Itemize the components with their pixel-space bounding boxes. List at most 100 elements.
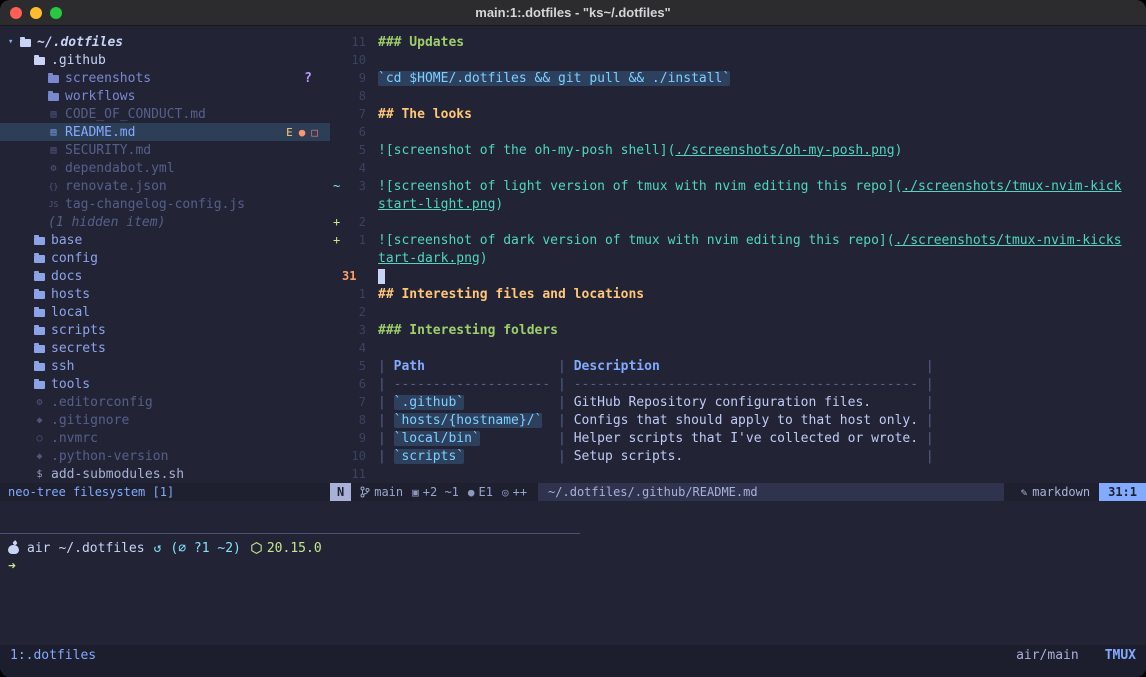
shell-pane[interactable]: air ~/.dotfiles ↺ (⌀ ?1 ~2) 20.15.0 ➜ (0, 534, 1146, 575)
tree-item-.gitignore[interactable]: ◆.gitignore (0, 411, 330, 429)
tree-item-tag-changelog-config.js[interactable]: JStag-changelog-config.js (0, 195, 330, 213)
editor-line[interactable]: 7| `.github` | GitHub Repository configu… (330, 393, 1146, 411)
segment-url: ./screenshots/tmux-nvim-kick (902, 179, 1121, 194)
tree-item-add-submodules.sh[interactable]: $add-submodules.sh (0, 465, 330, 483)
editor-line[interactable]: 10| `scripts` | Setup scripts. | (330, 447, 1146, 465)
editor-line[interactable]: 4 (330, 159, 1146, 177)
close-button[interactable] (10, 7, 22, 19)
filetype-label: markdown (1032, 485, 1090, 499)
line-number: 9 (342, 71, 366, 85)
line-text: | `scripts` | Setup scripts. | (378, 449, 934, 464)
tree-item-scripts[interactable]: scripts (0, 321, 330, 339)
line-number: 8 (342, 89, 366, 103)
tree-item-.editorconfig[interactable]: ⚙.editorconfig (0, 393, 330, 411)
segment-h3: ### Updates (378, 35, 464, 50)
terminal-window: main:1:.dotfiles - "ks~/.dotfiles" ▾~/.d… (0, 0, 1146, 677)
terminal-empty-area[interactable] (0, 575, 1146, 645)
tree-item-label: .gitignore (51, 413, 129, 428)
tree-item-local[interactable]: local (0, 303, 330, 321)
folder-icon (34, 327, 45, 335)
line-number: 11 (342, 35, 366, 49)
pencil-icon: ✎ (1021, 486, 1028, 499)
editor-line[interactable]: 11 ### Updates (330, 33, 1146, 51)
editor-line[interactable]: 10 (330, 51, 1146, 69)
tree-item-readme.md[interactable]: ▤README.mdE●□ (0, 123, 330, 141)
line-number: 1 (342, 233, 366, 247)
editor-line[interactable]: 9| `local/bin` | Helper scripts that I'v… (330, 429, 1146, 447)
editor-line[interactable]: 8 (330, 87, 1146, 105)
shell-prompt: air ~/.dotfiles ↺ (⌀ ?1 ~2) 20.15.0 (8, 539, 1146, 557)
segment-fg: Configs that should apply to that host o… (574, 413, 918, 428)
zoom-button[interactable] (50, 7, 62, 19)
editor-line[interactable]: 5| Path | Description | (330, 357, 1146, 375)
line-number: 6 (342, 377, 366, 391)
editor-line[interactable]: 31 (330, 267, 1146, 285)
tree-item-screenshots[interactable]: screenshots? (0, 69, 330, 87)
tree-item-code-of-conduct.md[interactable]: ▤CODE_OF_CONDUCT.md (0, 105, 330, 123)
filetype-indicator: ✎ markdown (1021, 485, 1090, 499)
segment-pipe: | (378, 413, 394, 428)
editor-line[interactable]: 9 `cd $HOME/.dotfiles && git pull && ./in… (330, 69, 1146, 87)
tmux-badge: TMUX (1105, 648, 1136, 663)
segment-pipe: | (378, 359, 394, 374)
line-text: `cd $HOME/.dotfiles && git pull && ./ins… (378, 71, 730, 86)
tree-item-tools[interactable]: tools (0, 375, 330, 393)
editor-pane[interactable]: 11 ### Updates 10 9 `cd $HOME/.dotfiles &&… (330, 33, 1146, 483)
line-text: | `hosts/{hostname}/` | Configs that sho… (378, 413, 934, 428)
tree-item-.dotfiles[interactable]: ▾~/.dotfiles (0, 33, 330, 51)
tree-item-label: tools (51, 377, 90, 392)
tree-item-security.md[interactable]: ▤SECURITY.md (0, 141, 330, 159)
tree-item-.github[interactable]: .github (0, 51, 330, 69)
segment-fg: Helper scripts that I've collected or wr… (574, 431, 918, 446)
tree-item-docs[interactable]: docs (0, 267, 330, 285)
tree-item-base[interactable]: base (0, 231, 330, 249)
expander-icon[interactable]: ▾ (8, 37, 20, 47)
node-version-segment: 20.15.0 (251, 541, 322, 556)
neo-tree-sidebar[interactable]: ▾~/.dotfiles .githubscreenshots?workflows… (0, 33, 330, 483)
tree-item-secrets[interactable]: secrets (0, 339, 330, 357)
editor-line[interactable]: 7## The looks (330, 105, 1146, 123)
line-text: ![screenshot of dark version of tmux wit… (378, 233, 1122, 248)
git-untracked-badge: ? (304, 71, 312, 86)
tree-item-config[interactable]: config (0, 249, 330, 267)
editor-line[interactable]: 6| -------------------- | --------------… (330, 375, 1146, 393)
editor-line[interactable]: 2 (330, 303, 1146, 321)
editor-line[interactable]: 3### Interesting folders (330, 321, 1146, 339)
editor-line[interactable]: +2 (330, 213, 1146, 231)
line-number: 2 (342, 215, 366, 229)
folder-icon (34, 363, 45, 371)
tree-item-dependabot.yml[interactable]: ⚙dependabot.yml (0, 159, 330, 177)
tree-item-hosts[interactable]: hosts (0, 285, 330, 303)
tree-item-label: .github (51, 53, 106, 68)
titlebar[interactable]: main:1:.dotfiles - "ks~/.dotfiles" (0, 0, 1146, 26)
tree-item-.nvmrc[interactable]: ○.nvmrc (0, 429, 330, 447)
editor-line[interactable]: tart-dark.png) (330, 249, 1146, 267)
editor-line[interactable]: ~3![screenshot of light version of tmux … (330, 177, 1146, 195)
tmux-top-pane: ▾~/.dotfiles .githubscreenshots?workflows… (0, 26, 1146, 483)
segment-pun: ( (887, 233, 895, 248)
editor-line[interactable]: 6 (330, 123, 1146, 141)
line-text: ### Updates (378, 35, 464, 50)
tree-item-label: .editorconfig (51, 395, 153, 410)
tmux-status-area: 1:.dotfiles air/main TMUX (0, 645, 1146, 677)
folder-icon (34, 57, 45, 65)
tree-item-ssh[interactable]: ssh (0, 357, 330, 375)
segment-pipe: | (918, 359, 934, 374)
tmux-window-item[interactable]: 1:.dotfiles (10, 648, 96, 663)
file-icon: JS (48, 200, 59, 209)
folder-icon (20, 39, 31, 47)
line-text: | Path | Description | (378, 359, 934, 374)
editor-line[interactable]: +1![screenshot of dark version of tmux w… (330, 231, 1146, 249)
editor-line[interactable]: 8| `hosts/{hostname}/` | Configs that sh… (330, 411, 1146, 429)
editor-line[interactable]: 4 (330, 339, 1146, 357)
tree-item-1-hidden-item[interactable]: (1 hidden item) (0, 213, 330, 231)
tree-item-renovate.json[interactable]: {}renovate.json (0, 177, 330, 195)
editor-line[interactable]: 5![screenshot of the oh-my-posh shell](.… (330, 141, 1146, 159)
editor-line[interactable]: 11 (330, 465, 1146, 483)
window-title: main:1:.dotfiles - "ks~/.dotfiles" (475, 5, 670, 20)
tree-item-workflows[interactable]: workflows (0, 87, 330, 105)
editor-line[interactable]: start-light.png) (330, 195, 1146, 213)
editor-line[interactable]: 1## Interesting files and locations (330, 285, 1146, 303)
tree-item-.python-version[interactable]: ◆.python-version (0, 447, 330, 465)
minimize-button[interactable] (30, 7, 42, 19)
